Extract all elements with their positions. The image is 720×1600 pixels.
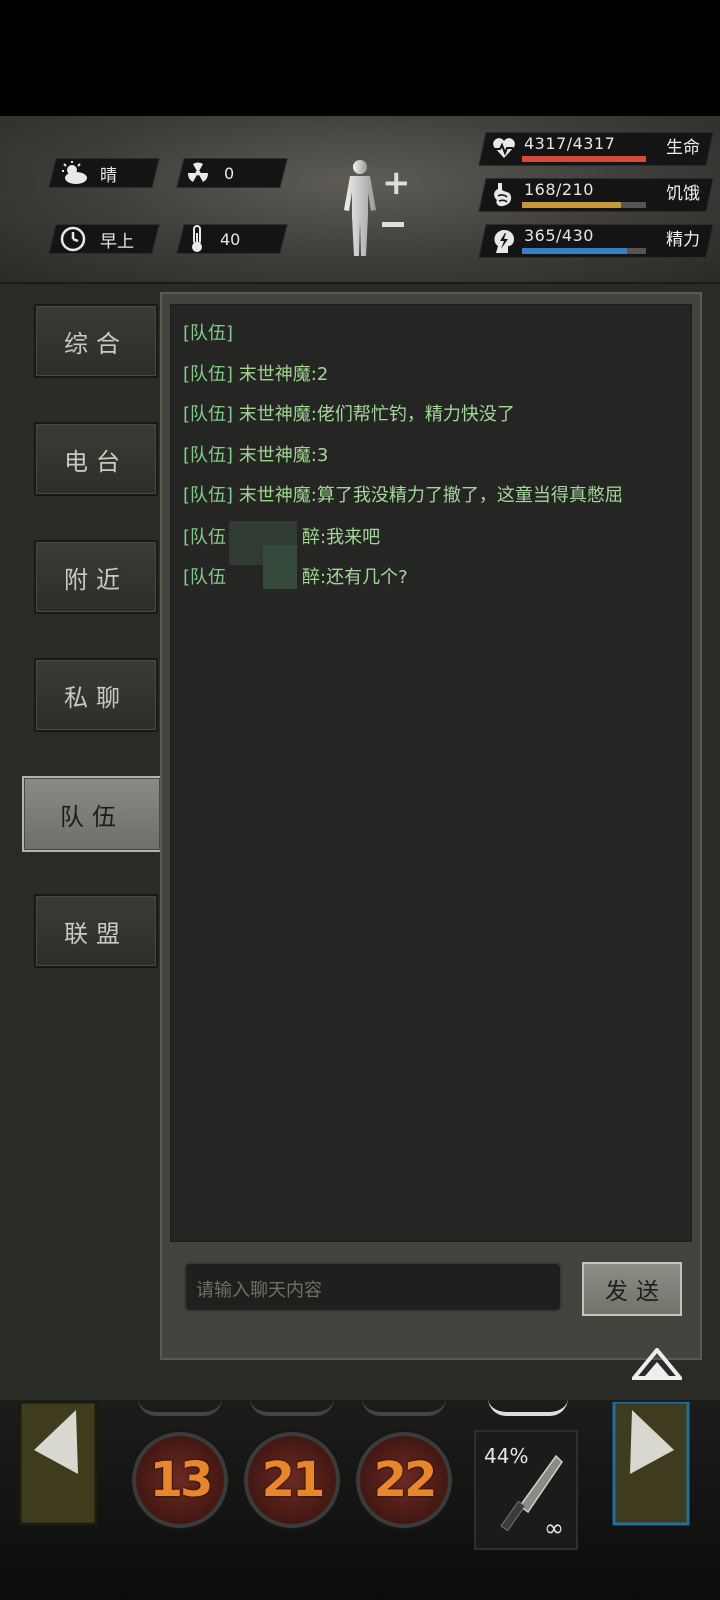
skill-cooldown: 13 (149, 1452, 214, 1508)
heartbeat-icon (493, 138, 515, 158)
radiation-indicator: 0 (186, 158, 234, 188)
hunger-label: 饥饿 (666, 184, 700, 204)
health-label: 生命 (666, 138, 700, 158)
send-button[interactable]: 发送 (582, 1262, 682, 1316)
chat-message: [队伍] 末世神魔:3 (183, 445, 329, 466)
health-value: 4317/4317 (524, 134, 616, 153)
time-of-day-text: 早上 (100, 231, 134, 252)
health-bar (522, 156, 646, 162)
hunger-stat: 168/210 饥饿 (486, 178, 710, 214)
plus-icon: + (382, 163, 411, 203)
clock-icon (60, 226, 86, 252)
tab-team[interactable]: 队伍 (22, 776, 162, 852)
sender-name: 末世神魔 (238, 364, 311, 385)
tab-general[interactable]: 综合 (34, 304, 158, 378)
stomach-icon (494, 183, 512, 207)
skill-cooldown: 21 (261, 1452, 326, 1508)
status-header: 晴 0 早上 40 + 4317/4317 生命 168/210 饥饿 365/… (0, 116, 720, 284)
sender-name: 末世神魔 (238, 445, 311, 466)
collapse-arrow-icon[interactable] (632, 1348, 682, 1384)
weather-text: 晴 (100, 165, 117, 186)
temperature-indicator: 40 (190, 224, 240, 254)
sender-name: 醉 (302, 567, 321, 588)
prev-page-arrow-icon[interactable] (18, 1402, 98, 1526)
skill-button-1[interactable]: 13 (132, 1432, 228, 1528)
skill-button-2[interactable]: 21 (244, 1432, 340, 1528)
skill-button-3[interactable]: 22 (356, 1432, 452, 1528)
energy-value: 365/430 (524, 226, 594, 245)
radiation-value: 0 (224, 163, 235, 183)
skill-cooldown: 22 (373, 1452, 438, 1508)
body-status-button[interactable]: + (338, 156, 414, 260)
next-page-arrow-icon[interactable] (612, 1402, 690, 1526)
tab-nearby[interactable]: 附近 (34, 540, 158, 614)
energy-bar (522, 248, 646, 254)
hunger-bar (522, 202, 646, 208)
hunger-value: 168/210 (524, 180, 594, 199)
tab-private[interactable]: 私聊 (34, 658, 158, 732)
top-blank-bar (0, 0, 720, 116)
sender-name: 醉 (302, 527, 321, 548)
time-indicator: 早上 (60, 224, 134, 254)
chat-message: [队伍] 末世神魔:算了我没精力了撤了，这童当得真憋屈 (183, 485, 623, 506)
energy-label: 精力 (666, 230, 700, 250)
chat-message: [队伍] 末世神魔:2 (183, 364, 329, 385)
brain-bolt-icon (494, 229, 514, 253)
chat-message: [队伍] 末世神魔:佬们帮忙钓，精力快没了 (183, 404, 515, 425)
energy-stat: 365/430 精力 (486, 224, 710, 260)
partly-cloudy-icon (62, 161, 87, 184)
tab-alliance[interactable]: 联盟 (34, 894, 158, 968)
chat-log[interactable]: [队伍] [队伍] 末世神魔:2 [队伍] 末世神魔:佬们帮忙钓，精力快没了 [… (170, 304, 692, 1242)
weapon-slot[interactable]: 44% ∞ (474, 1430, 578, 1550)
weather-indicator: 晴 (60, 158, 117, 188)
weapon-ammo: ∞ (544, 1514, 564, 1542)
health-stat: 4317/4317 生命 (486, 132, 710, 168)
chat-message: [队伍] (183, 323, 234, 344)
tab-radio[interactable]: 电台 (34, 422, 158, 496)
minus-icon (382, 222, 404, 227)
human-body-icon (344, 160, 376, 256)
sender-name: 末世神魔 (238, 404, 311, 425)
sender-name: 末世神魔 (238, 485, 311, 506)
chat-input[interactable]: 请输入聊天内容 (184, 1262, 562, 1312)
thermometer-icon (192, 225, 202, 252)
radiation-icon (187, 162, 209, 182)
temperature-value: 40 (220, 229, 241, 249)
censored-name-mosaic (263, 545, 297, 589)
